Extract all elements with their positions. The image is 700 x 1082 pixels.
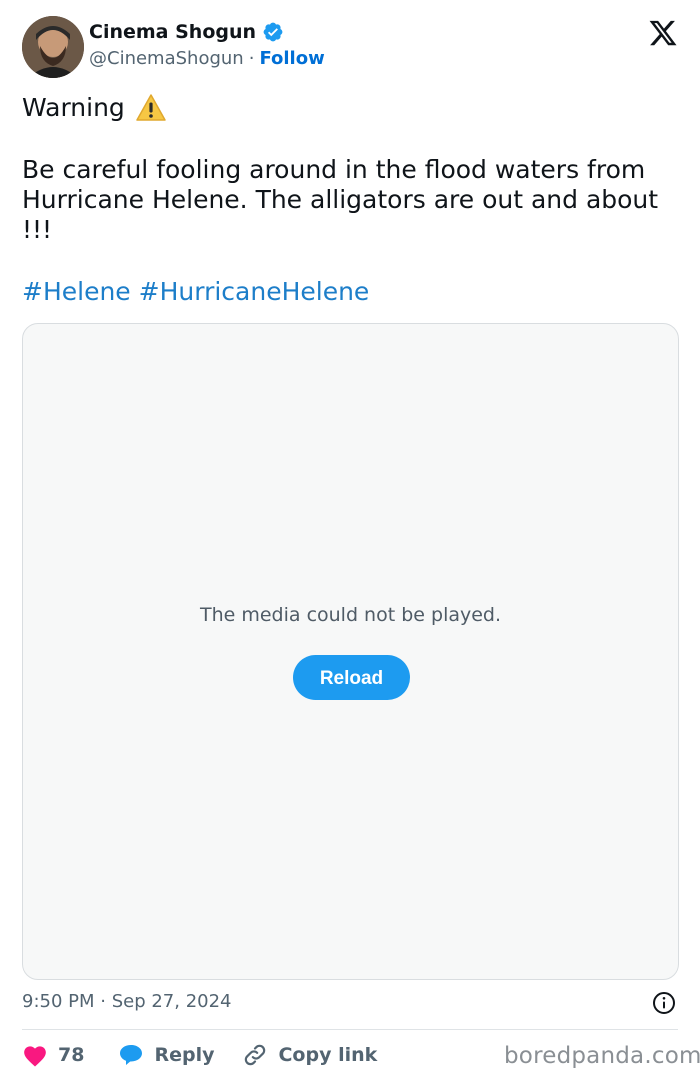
verified-badge-icon [263,22,283,42]
like-button[interactable]: 78 [22,1043,84,1067]
media-container: The media could not be played. Reload [22,323,679,980]
reload-button[interactable]: Reload [293,655,410,700]
author-name[interactable]: Cinema Shogun [89,21,256,43]
hashtag-link[interactable]: #Helene [22,277,131,306]
action-bar: 78 Reply Copy link [22,1040,377,1070]
tweet-body: Be careful fooling around in the flood w… [22,155,659,244]
speech-bubble-icon [120,1045,143,1065]
hashtag-link[interactable]: #HurricaneHelene [139,277,370,306]
media-error-message: The media could not be played. [199,604,502,626]
divider [22,1029,678,1030]
copy-link-button[interactable]: Copy link [242,1042,377,1068]
like-count: 78 [58,1044,85,1066]
reply-button[interactable]: Reply [118,1043,214,1067]
copy-link-label: Copy link [278,1044,378,1066]
watermark: boredpanda.com [504,1043,700,1069]
link-icon [245,1044,266,1066]
info-icon[interactable] [652,991,676,1015]
tweet-timestamp[interactable]: 9:50 PM · Sep 27, 2024 [22,991,232,1012]
author-avatar[interactable] [22,16,84,78]
warning-sign-icon [136,94,166,121]
follow-button[interactable]: Follow [259,48,324,69]
reply-label: Reply [154,1044,215,1066]
tweet-card: Cinema Shogun @CinemaShogun · Follow Warni… [0,0,700,1082]
x-logo-icon[interactable] [648,18,678,48]
author-handle[interactable]: @CinemaShogun [89,48,244,69]
heart-icon [24,1046,46,1067]
hashtags: #Helene #HurricaneHelene [22,277,369,307]
separator: · [248,48,255,69]
tweet-line-warning: Warning [22,93,125,122]
